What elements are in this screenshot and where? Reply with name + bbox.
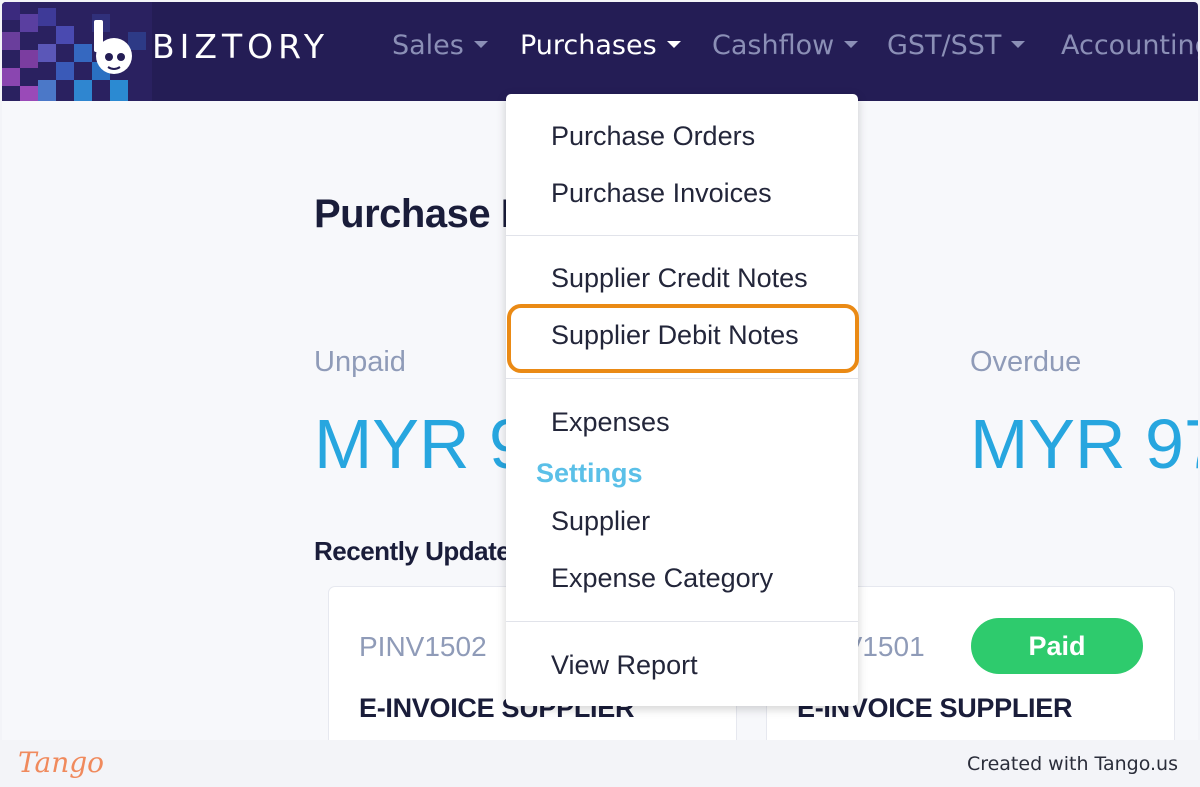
nav-item-cashflow[interactable]: Cashflow [712,30,859,61]
menu-item-supplier[interactable]: Supplier [551,506,650,537]
menu-divider [506,621,858,622]
chevron-down-icon [473,41,488,48]
menu-item-purchase-invoices[interactable]: Purchase Invoices [551,178,772,209]
menu-item-supplier-credit-notes[interactable]: Supplier Credit Notes [551,263,808,294]
overdue-amount: MYR 97 [970,405,1198,483]
chevron-down-icon [666,41,681,48]
nav-item-label: Accounting [1061,30,1198,61]
status-badge: Paid [971,618,1143,674]
menu-divider [506,378,858,379]
unpaid-label: Unpaid [314,346,406,378]
menu-item-expenses[interactable]: Expenses [551,407,670,438]
biztory-logo-icon[interactable] [86,20,144,76]
recently-updated-heading: Recently Updated [314,536,526,566]
menu-divider [506,235,858,236]
app-window: BIZTORY Sales Purchases Cashflow GST/SST… [2,2,1198,740]
menu-item-view-report[interactable]: View Report [551,650,698,681]
nav-item-label: Purchases [520,30,657,61]
nav-item-purchases[interactable]: Purchases [520,30,681,61]
brand-name[interactable]: BIZTORY [152,27,329,66]
nav-item-accounting[interactable]: Accounting [1061,30,1198,61]
overdue-label: Overdue [970,346,1082,378]
purchases-dropdown-menu: Purchase Orders Purchase Invoices Suppli… [506,94,858,706]
chevron-down-icon [1011,41,1026,48]
nav-item-label: Sales [392,30,464,61]
nav-item-gst-sst[interactable]: GST/SST [887,30,1026,61]
footer-credit: Created with Tango.us [966,753,1178,775]
nav-item-label: GST/SST [887,30,1002,61]
page-title: Purchase I [314,192,512,236]
menu-item-purchase-orders[interactable]: Purchase Orders [551,121,755,152]
nav-item-sales[interactable]: Sales [392,30,488,61]
menu-group-settings: Settings [536,458,643,488]
menu-item-expense-category[interactable]: Expense Category [551,563,773,594]
tango-logo: Tango [18,746,105,779]
chevron-down-icon [844,41,859,48]
highlight-outline [507,304,859,373]
nav-item-label: Cashflow [712,30,835,61]
footer-bar: Tango Created with Tango.us [0,740,1200,787]
invoice-number: PINV1502 [359,631,487,662]
top-navbar: BIZTORY Sales Purchases Cashflow GST/SST… [2,2,1198,101]
